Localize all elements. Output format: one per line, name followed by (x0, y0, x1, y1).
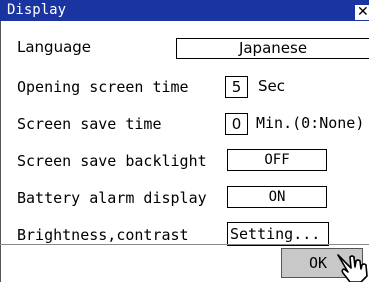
window-title: Display (7, 2, 67, 18)
hand-pointer-icon (337, 254, 368, 282)
brightness-contrast-setting-button[interactable]: Setting... (227, 222, 329, 246)
language-field[interactable]: Japanese (176, 38, 369, 59)
opening-screen-time-label: Opening screen time (17, 78, 189, 96)
brightness-contrast-label: Brightness,contrast (17, 226, 189, 244)
screen-save-backlight-label: Screen save backlight (17, 152, 207, 170)
close-icon[interactable]: ✕ (355, 5, 369, 20)
settings-panel: Language Japanese Opening screen time 5 … (0, 21, 369, 282)
language-label: Language (17, 38, 92, 56)
screen-save-time-unit: Min.(0:None) (256, 114, 365, 132)
screen-save-time-input[interactable]: 0 (225, 113, 248, 135)
opening-screen-time-input[interactable]: 5 (225, 76, 248, 98)
screen-save-time-label: Screen save time (17, 115, 162, 133)
screen-save-backlight-toggle[interactable]: OFF (227, 149, 327, 171)
title-bar: Display ✕ (0, 0, 369, 21)
battery-alarm-display-toggle[interactable]: ON (227, 186, 327, 208)
opening-screen-time-unit: Sec (258, 77, 285, 95)
battery-alarm-display-label: Battery alarm display (17, 189, 207, 207)
footer-divider (0, 244, 369, 245)
